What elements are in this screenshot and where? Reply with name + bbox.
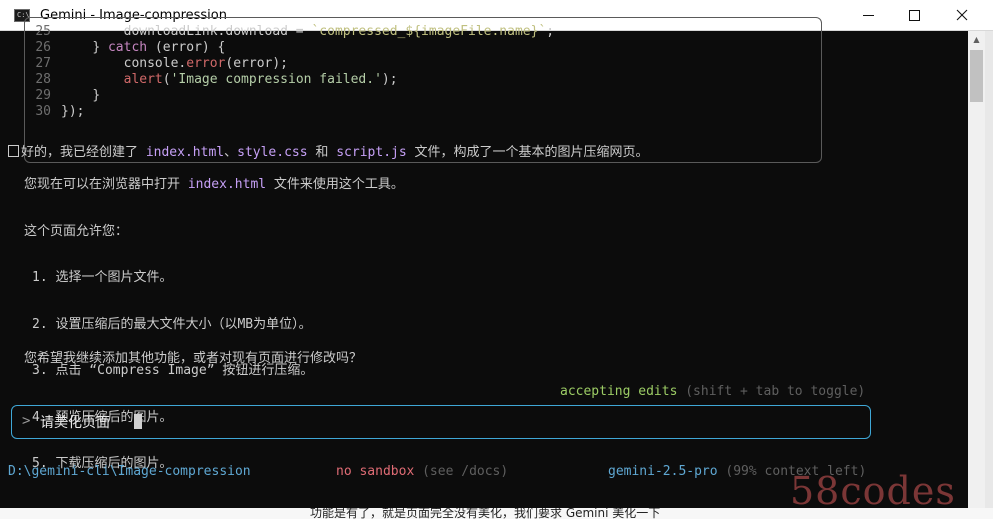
code-line: 28 alert('Image compression failed.'); xyxy=(31,72,398,88)
file-name: index.html xyxy=(145,145,225,160)
unknown-glyph-icon xyxy=(8,145,19,157)
list-item: 2. 设置压缩后的最大文件大小（以MB为单位）。 xyxy=(32,316,312,332)
close-icon xyxy=(956,9,968,21)
line-number: 29 xyxy=(35,88,51,103)
minimize-icon xyxy=(862,14,874,16)
code-token: error xyxy=(186,56,226,71)
maximize-icon xyxy=(908,9,920,21)
line-number: 30 xyxy=(35,104,51,119)
code-token: ( xyxy=(162,72,171,87)
text-cursor xyxy=(134,414,142,429)
code-token: console. xyxy=(123,56,187,71)
code-token: (error); xyxy=(225,56,289,71)
open-browser-message: 您现在可以在浏览器中打开 index.html 文件来使用这个工具。 xyxy=(24,177,404,192)
minimize-button[interactable] xyxy=(845,0,891,30)
allows-heading: 这个页面允许您： xyxy=(24,224,129,239)
code-token: 'Image compression failed.' xyxy=(170,72,382,87)
list-item: 1. 选择一个图片文件。 xyxy=(32,270,173,285)
file-name: style.css xyxy=(237,145,308,160)
file-name: index.html xyxy=(187,177,267,192)
sandbox-status: no sandbox (see /docs) xyxy=(336,464,509,479)
code-token: ; xyxy=(546,24,555,39)
code-block: 25 downloadLink.download = `compressed_$… xyxy=(24,17,822,163)
code-token: (error) { xyxy=(147,40,226,55)
follow-up-question: 您希望我继续添加其他功能，或者对现有页面进行修改吗？ xyxy=(24,351,363,366)
prompt-input-box[interactable]: > xyxy=(11,405,871,439)
code-token: alert xyxy=(123,72,163,87)
close-button[interactable] xyxy=(939,0,985,30)
line-number: 27 xyxy=(35,56,51,71)
line-number: 25 xyxy=(35,24,51,39)
code-line: 25 downloadLink.download = `compressed_$… xyxy=(31,24,554,40)
line-number: 26 xyxy=(35,40,51,55)
accepting-edits-status: accepting edits (shift + tab to toggle) xyxy=(560,384,866,399)
code-token: `compressed_${imageFile.name}` xyxy=(311,24,547,39)
code-token: } xyxy=(92,88,101,103)
terminal-output: 25 downloadLink.download = `compressed_$… xyxy=(0,17,968,519)
prompt-input[interactable] xyxy=(38,410,842,434)
code-token: ); xyxy=(381,72,398,87)
watermark: 58codes xyxy=(790,469,956,513)
code-token: downloadLink.download = xyxy=(123,24,312,39)
maximize-button[interactable] xyxy=(891,0,937,30)
window-edge xyxy=(985,31,993,519)
created-files-message: 好的，我已经创建了 index.html、style.css 和 script.… xyxy=(8,144,649,161)
code-line: 26 } catch (error) { xyxy=(31,40,225,56)
line-number: 28 xyxy=(35,72,51,87)
background-caption: 功能是有了，就是页面完全没有美化，我们要求 Gemini 美化一下 xyxy=(310,508,661,519)
terminal-window: C:\ Gemini - Image-compression 25 downlo… xyxy=(0,0,993,519)
code-line: 29 } xyxy=(31,88,100,104)
code-line: 27 console.error(error); xyxy=(31,56,288,72)
file-name: script.js xyxy=(336,145,407,160)
code-line: 30}); xyxy=(31,104,84,120)
code-token: } xyxy=(92,40,108,55)
scroll-thumb[interactable] xyxy=(970,50,983,102)
code-token: catch xyxy=(107,40,148,55)
scroll-up-icon[interactable]: ▲ xyxy=(968,31,985,48)
prompt-symbol: > xyxy=(22,413,31,429)
vertical-scrollbar[interactable]: ▲ xyxy=(968,31,985,519)
cwd-path: D:\gemini-cli\Image-compression xyxy=(8,464,251,479)
code-token: }); xyxy=(61,104,85,119)
